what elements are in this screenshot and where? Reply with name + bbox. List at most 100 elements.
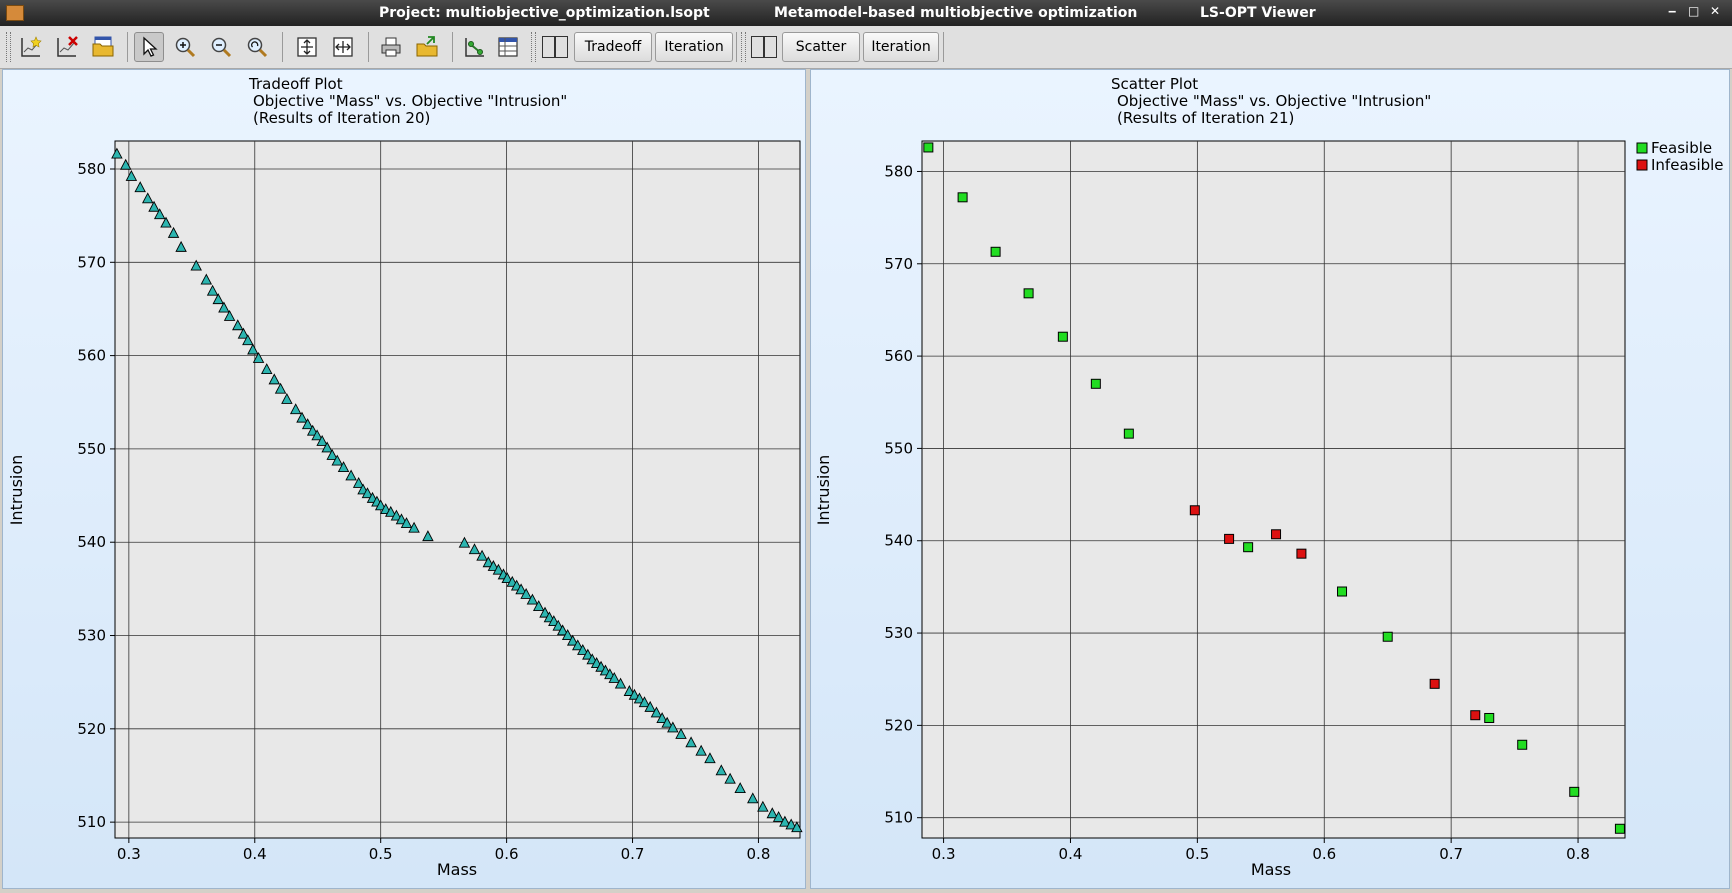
- tradeoff-y-tick-label: 550: [77, 440, 106, 458]
- pointer-tool-button[interactable]: [134, 32, 164, 62]
- point-infeasible[interactable]: [1429, 678, 1440, 689]
- point-infeasible[interactable]: [1271, 529, 1282, 540]
- tradeoff-y-tick-label: 570: [77, 253, 106, 271]
- split-view-button-2[interactable]: [748, 33, 780, 61]
- point-feasible[interactable]: [1517, 739, 1528, 750]
- toolbar-grip[interactable]: [6, 32, 11, 62]
- fit-vertical-button[interactable]: [292, 32, 322, 62]
- tradeoff-y-tick-label: 580: [77, 160, 106, 178]
- scatter-x-axis-label: Mass: [1251, 860, 1291, 879]
- legend-label-infeasible: Infeasible: [1651, 156, 1724, 174]
- scatter-x-tick-label: 0.8: [1566, 845, 1590, 863]
- tradeoff-plot-area[interactable]: [114, 140, 801, 839]
- tradeoff-x-tick-label: 0.5: [369, 845, 393, 863]
- toolbar-separator: [943, 32, 944, 62]
- tradeoff-y-tick-label: 560: [77, 347, 106, 365]
- tradeoff-y-tick-label: 520: [77, 720, 106, 738]
- point-select-icon: [465, 38, 484, 57]
- print-icon: [381, 37, 401, 57]
- tradeoff-x-tick-label: 0.4: [243, 845, 267, 863]
- scatter-x-tick-label: 0.6: [1312, 845, 1336, 863]
- scatter-y-tick-label: 580: [884, 162, 913, 180]
- scatter-legend: Feasible Infeasible: [1636, 139, 1724, 174]
- point-feasible[interactable]: [1382, 631, 1393, 642]
- tradeoff-plot[interactable]: Tradeoff Plot Objective "Mass" vs. Objec…: [3, 70, 805, 888]
- minimize-button[interactable]: ‒: [1668, 4, 1676, 18]
- maximize-button[interactable]: □: [1688, 4, 1699, 18]
- tradeoff-x-tick-label: 0.7: [621, 845, 645, 863]
- toolbar-separator: [282, 32, 283, 62]
- point-feasible[interactable]: [1090, 378, 1101, 389]
- tradeoff-y-tick-label: 540: [77, 533, 106, 551]
- scatter-y-axis-label: Intrusion: [814, 455, 833, 526]
- scatter-x-tick-label: 0.3: [932, 845, 956, 863]
- point-feasible[interactable]: [1057, 331, 1068, 342]
- zoom-fit-button[interactable]: [242, 32, 272, 62]
- tradeoff-x-tick-label: 0.8: [747, 845, 771, 863]
- split-view-button[interactable]: [539, 33, 571, 61]
- fit-vertical-icon: [297, 37, 317, 57]
- delete-plot-icon: [57, 36, 78, 57]
- zoom-fit-icon: [247, 37, 268, 58]
- tradeoff-plot-panel[interactable]: Tradeoff Plot Objective "Mass" vs. Objec…: [2, 69, 806, 889]
- point-feasible[interactable]: [923, 142, 934, 153]
- open-button[interactable]: [88, 32, 118, 62]
- toolbar-grip[interactable]: [741, 32, 746, 62]
- scatter-plot-panel[interactable]: Scatter Plot Objective "Mass" vs. Object…: [810, 69, 1730, 889]
- point-infeasible[interactable]: [1224, 533, 1235, 544]
- tradeoff-iteration-note: (Results of Iteration 20): [253, 109, 430, 127]
- toolbar-grip[interactable]: [531, 32, 536, 62]
- zoom-out-icon: [211, 37, 232, 58]
- point-feasible[interactable]: [990, 246, 1001, 257]
- scatter-y-tick-label: 550: [884, 439, 913, 457]
- print-button[interactable]: [376, 32, 406, 62]
- app-logo-icon: [6, 5, 24, 21]
- point-infeasible[interactable]: [1470, 710, 1481, 721]
- export-button[interactable]: [412, 32, 442, 62]
- point-feasible[interactable]: [1337, 586, 1348, 597]
- scatter-x-tick-label: 0.4: [1059, 845, 1083, 863]
- zoom-out-button[interactable]: [206, 32, 236, 62]
- legend-label-feasible: Feasible: [1651, 139, 1712, 157]
- scatter-y-tick-label: 520: [884, 716, 913, 734]
- tradeoff-button[interactable]: Tradeoff: [574, 32, 652, 62]
- toolbar-separator: [368, 32, 369, 62]
- scatter-y-tick-label: 540: [884, 532, 913, 550]
- iteration-button[interactable]: Iteration: [655, 32, 733, 62]
- scatter-y-tick-label: 570: [884, 255, 913, 273]
- tradeoff-title: Tradeoff Plot: [248, 75, 343, 93]
- tradeoff-x-tick-label: 0.6: [495, 845, 519, 863]
- scatter-x-tick-label: 0.5: [1185, 845, 1209, 863]
- new-plot-icon: [21, 36, 42, 57]
- point-feasible[interactable]: [957, 192, 968, 203]
- scatter-plot[interactable]: Scatter Plot Objective "Mass" vs. Object…: [811, 70, 1729, 888]
- point-select-button[interactable]: [460, 32, 490, 62]
- fit-horizontal-button[interactable]: [328, 32, 358, 62]
- scatter-iteration-note: (Results of Iteration 21): [1117, 109, 1294, 127]
- scatter-x-tick-label: 0.7: [1439, 845, 1463, 863]
- table-view-button[interactable]: [493, 32, 523, 62]
- point-feasible[interactable]: [1614, 823, 1625, 834]
- zoom-in-button[interactable]: [170, 32, 200, 62]
- toolbar-separator: [736, 32, 737, 62]
- point-infeasible[interactable]: [1189, 505, 1200, 516]
- iteration-button-2[interactable]: Iteration: [863, 32, 939, 62]
- project-title: Project: multiobjective_optimization.lso…: [379, 5, 710, 21]
- point-feasible[interactable]: [1243, 542, 1254, 553]
- export-folder-icon: [416, 36, 438, 57]
- scatter-plot-area[interactable]: [921, 140, 1626, 839]
- point-feasible[interactable]: [1023, 288, 1034, 299]
- mode-title: Metamodel-based multiobjective optimizat…: [774, 5, 1138, 21]
- scatter-button[interactable]: Scatter: [782, 32, 860, 62]
- point-feasible[interactable]: [1123, 428, 1134, 439]
- delete-plot-button[interactable]: [52, 32, 82, 62]
- window-title-bar: Project: multiobjective_optimization.lso…: [0, 0, 1732, 26]
- tradeoff-x-tick-label: 0.3: [117, 845, 141, 863]
- point-feasible[interactable]: [1569, 786, 1580, 797]
- point-feasible[interactable]: [1484, 712, 1495, 723]
- close-button[interactable]: ✕: [1710, 4, 1720, 18]
- point-infeasible[interactable]: [1296, 548, 1307, 559]
- scatter-y-tick-label: 530: [884, 624, 913, 642]
- app-title: LS-OPT Viewer: [1200, 5, 1316, 21]
- new-plot-button[interactable]: [16, 32, 46, 62]
